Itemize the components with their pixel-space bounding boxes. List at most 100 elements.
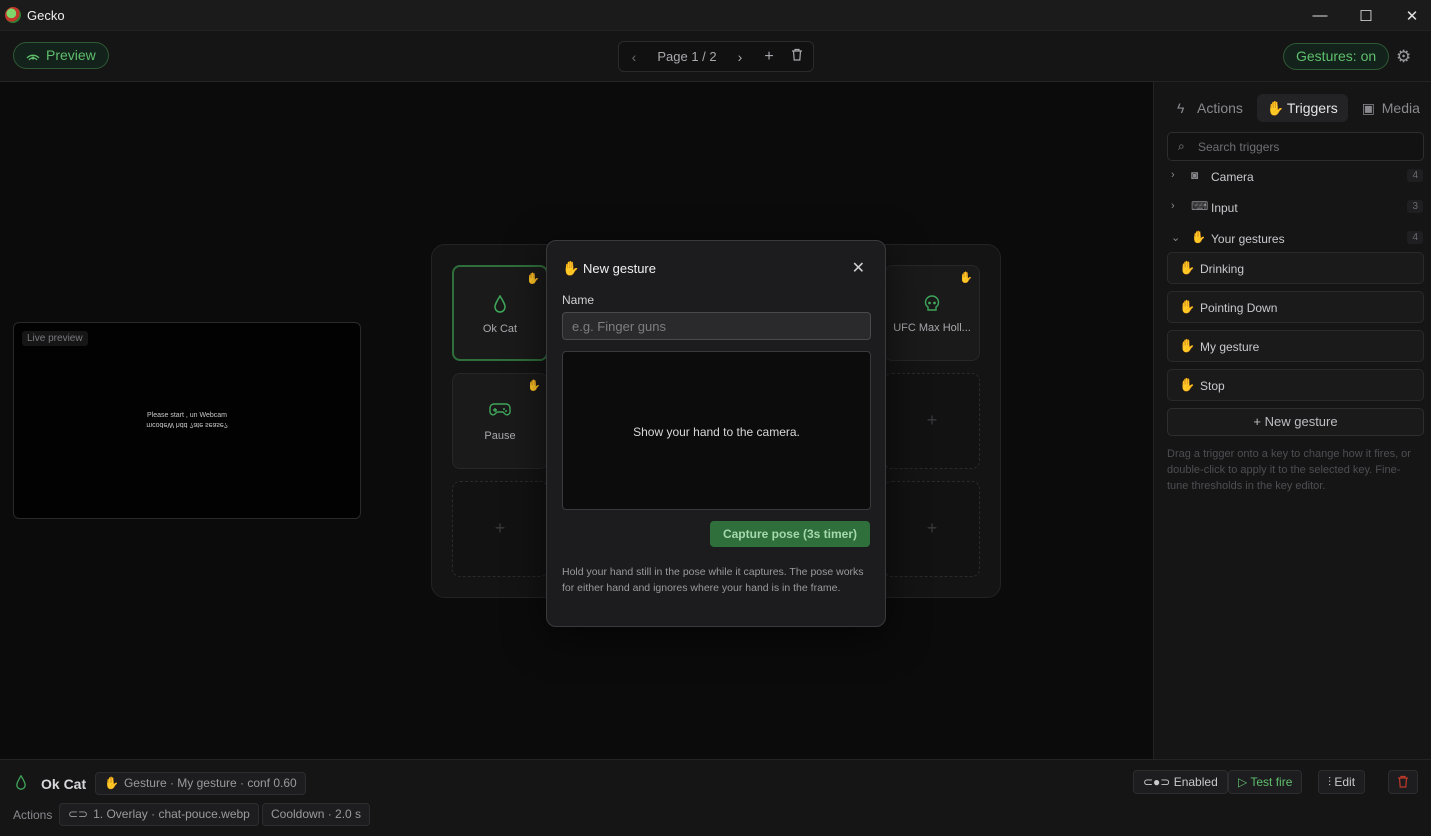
trash-icon <box>1398 775 1408 788</box>
preview-button[interactable]: Preview <box>13 42 109 69</box>
dialog-title: New gesture <box>583 261 656 276</box>
trigger-chip[interactable]: ✋ Gesture · My gesture · conf 0.60 <box>95 772 306 795</box>
right-sidebar: ϟ Actions ✋ Triggers ▣ Media ⌕ › ◙ Camer… <box>1153 82 1431 759</box>
hand-icon: ✋ <box>1179 377 1196 392</box>
key-label: Ok Cat <box>482 323 518 335</box>
hand-icon: ✋ <box>1179 299 1196 314</box>
key-pause[interactable]: ✋ Pause <box>452 373 548 469</box>
page-label: Page 1 / 2 <box>657 49 717 64</box>
capture-hint: Hold your hand still in the pose while i… <box>562 566 864 594</box>
minimize-button[interactable]: — <box>1297 0 1343 31</box>
empty-key-slot[interactable]: + <box>884 481 980 577</box>
live-preview-panel: Live preview Please start , un Webcam mc… <box>13 322 361 519</box>
tab-actions[interactable]: ϟ Actions <box>1167 94 1253 122</box>
capture-pose-button[interactable]: Capture pose (3s timer) <box>709 521 870 547</box>
key-ufc[interactable]: ✋ UFC Max Holl... <box>884 265 980 361</box>
cooldown-chip[interactable]: Cooldown · 2.0 s <box>262 803 371 826</box>
selected-key-name: Ok Cat <box>41 776 87 792</box>
title-bar: Gecko — ☐ ✕ <box>0 0 1431 31</box>
bolt-icon: ϟ <box>1177 100 1185 116</box>
webcam-message: Please start , un Webcam mcodeW hdd ?ate… <box>146 412 228 428</box>
hand-icon: ✋ <box>959 272 973 284</box>
tab-triggers[interactable]: ✋ Triggers <box>1256 94 1348 122</box>
close-icon[interactable]: ✕ <box>852 258 865 278</box>
image-icon: ▣ <box>1361 100 1375 116</box>
play-icon: ▷ <box>1238 775 1248 789</box>
tab-media[interactable]: ▣ Media <box>1352 94 1430 122</box>
key-label: Pause <box>484 430 516 442</box>
app-title: Gecko <box>27 7 65 23</box>
hand-icon: ✋ <box>527 380 541 392</box>
gesture-item[interactable]: ✋ Drinking <box>1167 252 1424 284</box>
category-your-gestures[interactable]: ⌄ ✋ Your gestures 4 <box>1167 228 1424 250</box>
chevron-right-icon: › <box>1171 200 1175 212</box>
prev-page-icon[interactable]: ‹ <box>619 49 649 65</box>
toggle-icon: ⊂●⊃ <box>1143 775 1171 789</box>
category-camera[interactable]: › ◙ Camera 4 <box>1167 166 1424 188</box>
action-chip[interactable]: ⊂⊃ 1. Overlay · chat-pouce.webp <box>59 803 259 826</box>
preview-label: Preview <box>46 47 96 63</box>
hand-icon: ✋ <box>1191 230 1206 244</box>
close-window-button[interactable]: ✕ <box>1389 0 1431 31</box>
hand-icon: ✋ <box>562 260 580 276</box>
empty-key-slot[interactable]: + <box>884 373 980 469</box>
gestures-toggle-button[interactable]: Gestures: on <box>1283 43 1390 70</box>
key-details-bar: Ok Cat ✋ Gesture · My gesture · conf 0.60… <box>0 759 1431 836</box>
plus-icon: + <box>1253 414 1261 429</box>
hand-icon: ✋ <box>1179 338 1196 353</box>
droplet-icon <box>15 774 27 795</box>
edit-button[interactable]: ⫶ Edit <box>1318 770 1366 794</box>
page-navigator: ‹ Page 1 / 2 › + <box>618 41 814 72</box>
gesture-item[interactable]: ✋ My gesture <box>1167 330 1424 362</box>
camera-preview: Show your hand to the camera. <box>562 351 871 510</box>
count-badge: 4 <box>1407 231 1423 244</box>
category-input[interactable]: › ⌨ Input 3 <box>1167 197 1424 219</box>
search-input[interactable] <box>1198 133 1418 160</box>
keyboard-icon: ⌨ <box>1191 199 1209 213</box>
add-icon: + <box>494 518 506 538</box>
new-gesture-dialog: ✋ New gesture ✕ Name Show your hand to t… <box>546 240 886 627</box>
link-icon: ⊂⊃ <box>68 807 89 821</box>
hand-icon: ✋ <box>1179 260 1196 275</box>
sidebar-hint: Drag a trigger onto a key to change how … <box>1167 448 1411 492</box>
add-page-icon[interactable]: + <box>755 48 783 66</box>
hand-icon: ✋ <box>104 776 119 790</box>
gesture-item[interactable]: ✋ Stop <box>1167 369 1424 401</box>
key-ok-cat[interactable]: ✋ Ok Cat <box>452 265 548 361</box>
test-fire-button[interactable]: ▷ Test fire <box>1228 770 1303 794</box>
gamepad-icon <box>453 402 547 423</box>
broadcast-icon <box>26 54 40 61</box>
name-input[interactable] <box>562 312 871 340</box>
chevron-down-icon: ⌄ <box>1171 232 1181 244</box>
search-triggers: ⌕ <box>1167 132 1424 161</box>
trash-icon[interactable] <box>783 48 811 66</box>
chevron-right-icon: › <box>1171 169 1175 181</box>
add-icon: + <box>926 518 938 538</box>
toolbar: Preview ‹ Page 1 / 2 › + Gestures: on <box>0 31 1431 82</box>
hand-icon: ✋ <box>526 273 540 285</box>
gesture-item[interactable]: ✋ Pointing Down <box>1167 291 1424 323</box>
sliders-icon: ⫶ <box>1328 775 1332 789</box>
droplet-icon <box>454 294 546 318</box>
live-preview-tag: Live preview <box>22 331 88 346</box>
sidebar-tabs: ϟ Actions ✋ Triggers ▣ Media <box>1167 94 1430 122</box>
add-icon: + <box>926 410 938 430</box>
camera-message: Show your hand to the camera. <box>633 425 800 439</box>
name-label: Name <box>562 293 595 307</box>
delete-key-button[interactable] <box>1388 770 1418 794</box>
next-page-icon[interactable]: › <box>725 49 755 65</box>
enabled-toggle[interactable]: ⊂●⊃ Enabled <box>1133 770 1228 794</box>
empty-key-slot[interactable]: + <box>452 481 548 577</box>
app-logo-icon <box>5 7 21 23</box>
count-badge: 3 <box>1407 200 1423 213</box>
count-badge: 4 <box>1407 169 1423 182</box>
maximize-button[interactable]: ☐ <box>1343 0 1389 31</box>
hand-icon: ✋ <box>1266 100 1285 116</box>
key-label: UFC Max Holl... <box>893 322 971 334</box>
actions-label: Actions <box>13 808 53 822</box>
skull-icon <box>885 294 979 317</box>
camera-icon: ◙ <box>1191 168 1199 182</box>
settings-gear-icon[interactable]: ⚙ <box>1396 47 1411 67</box>
new-gesture-button[interactable]: + New gesture <box>1167 408 1424 436</box>
search-icon: ⌕ <box>1178 139 1185 153</box>
